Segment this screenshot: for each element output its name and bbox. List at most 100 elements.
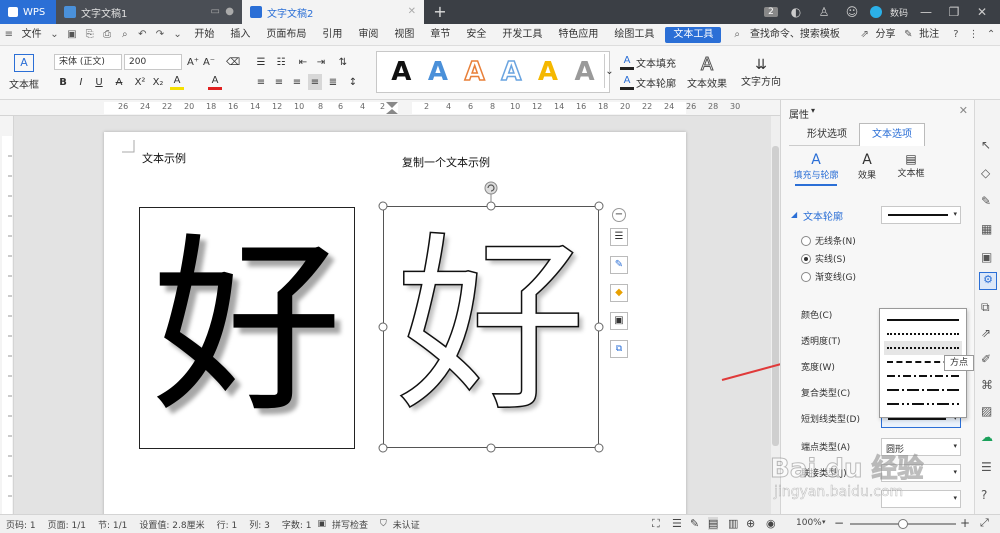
properties-icon[interactable]: ⚙ [979, 272, 997, 290]
close-window-icon[interactable]: ✕ [972, 5, 992, 19]
tab-text-options[interactable]: 文本选项 [859, 123, 925, 146]
status-cert[interactable]: 未认证 [387, 518, 426, 531]
tab-doc1[interactable]: 文字文稿1 ▭ ● [56, 0, 242, 24]
text-effect-button[interactable]: A 文本效果 [686, 50, 728, 94]
close-tab-icon[interactable]: ✕ [408, 6, 416, 17]
close-icon[interactable]: ▭ [211, 6, 220, 17]
new-tab-button[interactable]: + [430, 2, 450, 22]
status-section[interactable]: 节: 1/1 [92, 518, 133, 531]
align-center-icon[interactable]: ≡ [272, 74, 286, 90]
table-icon[interactable]: ▦ [981, 222, 992, 236]
edit-icon[interactable]: ✐ [981, 352, 991, 366]
highlight-icon[interactable]: A [170, 74, 184, 90]
document-page[interactable]: 文本示例 复制一个文本示例 好 好 − ☰ ✎ ◆ ▣ ⧉ [104, 132, 686, 522]
indent-icon[interactable]: ⇥ [314, 54, 328, 70]
pen-icon[interactable]: ✎ [610, 256, 628, 274]
maximize-icon[interactable]: ❐ [944, 5, 964, 19]
radio-gradient-line[interactable]: 渐变线(G) [801, 270, 856, 283]
textbox-right[interactable]: 好 [383, 206, 599, 448]
font-color-icon[interactable]: A [208, 74, 222, 90]
shirt-icon[interactable]: ♙ [814, 5, 834, 19]
art-style-3[interactable]: A [464, 56, 486, 88]
menu-file[interactable]: 文件 [18, 24, 46, 46]
cloud-icon[interactable]: ☁ [981, 430, 993, 444]
sort-icon[interactable]: ⇅ [336, 54, 350, 70]
menu-security[interactable]: 安全 [458, 24, 494, 46]
radio-no-line[interactable]: 无线条(N) [801, 234, 856, 247]
menu-view[interactable]: 视图 [386, 24, 422, 46]
align-left-icon[interactable]: ≡ [254, 74, 268, 90]
subtab-effect[interactable]: A 效果 [849, 152, 885, 182]
text-fill-button[interactable]: 文本填充 [636, 54, 686, 70]
menu-features[interactable]: 特色应用 [550, 24, 606, 46]
chevron-down-icon[interactable]: ▾ [811, 106, 815, 115]
menu-drawing-tools[interactable]: 绘图工具 [606, 24, 662, 46]
frame-icon[interactable]: ▣ [610, 312, 628, 330]
panel-title[interactable]: 属性 [789, 106, 809, 121]
cap-type-select[interactable]: 圆形 ▾ [881, 438, 961, 456]
numbering-icon[interactable]: ☷ [274, 54, 288, 70]
export-icon[interactable]: ⇗ [981, 326, 991, 340]
group-icon[interactable]: ⧉ [610, 340, 628, 358]
menu-insert[interactable]: 插入 [222, 24, 258, 46]
art-style-6[interactable]: A [575, 57, 595, 87]
picture-icon[interactable]: ▨ [981, 404, 992, 418]
art-style-5[interactable]: A [538, 57, 558, 87]
web-view-icon[interactable]: ▥ [728, 517, 738, 530]
text-label-left[interactable]: 文本示例 [142, 150, 186, 166]
search-icon[interactable]: ⌕ [730, 27, 744, 43]
strikethrough-icon[interactable]: A [112, 74, 126, 90]
menu-developer[interactable]: 开发工具 [494, 24, 550, 46]
expand-icon[interactable]: ◢ [791, 210, 797, 219]
layout-icon[interactable]: ☰ [610, 228, 628, 246]
subtab-fill-outline[interactable]: A 填充与轮廓 [789, 152, 843, 186]
art-style-4[interactable]: A [500, 56, 522, 88]
share-icon[interactable]: ⇗ [858, 27, 872, 43]
textbox-left[interactable]: 好 [139, 207, 355, 449]
clear-format-icon[interactable]: ⌫ [226, 54, 240, 70]
scroll-thumb[interactable] [772, 146, 779, 446]
art-style-2[interactable]: A [428, 57, 448, 87]
menu-chapter[interactable]: 章节 [422, 24, 458, 46]
shrink-font-icon[interactable]: A⁻ [202, 54, 216, 70]
text-label-right[interactable]: 复制一个文本示例 [402, 154, 490, 170]
status-page-num[interactable]: 页码: 1 [0, 518, 42, 531]
list-icon[interactable]: ☰ [981, 460, 992, 474]
radio-solid-line[interactable]: 实线(S) [801, 252, 846, 265]
undo-icon[interactable]: ↶ [136, 27, 150, 43]
help-icon[interactable]: ? [949, 27, 963, 43]
menu-text-tools[interactable]: 文本工具 [665, 26, 722, 43]
distribute-icon[interactable]: ≣ [326, 74, 340, 90]
help-icon[interactable]: ? [981, 488, 987, 502]
join-type-select[interactable]: ▾ [881, 464, 961, 482]
underline-icon[interactable]: U [92, 74, 106, 90]
bold-icon[interactable]: B [56, 74, 70, 90]
feedback-icon[interactable]: ☺ [842, 5, 862, 19]
text-direction-button[interactable]: ⇊ 文字方向 [740, 50, 782, 94]
image-icon[interactable]: ▣ [981, 250, 992, 264]
pen-icon[interactable]: ✎ [981, 194, 991, 208]
preview-icon[interactable]: ⌕ [118, 27, 132, 43]
font-size-select[interactable]: 200 [124, 54, 182, 70]
section-text-outline[interactable]: 文本轮廓 [803, 208, 843, 223]
shape-icon[interactable]: ◇ [981, 166, 990, 180]
menu-home[interactable]: 开始 [186, 24, 222, 46]
superscript-icon[interactable]: X² [132, 74, 148, 90]
status-words[interactable]: 字数: 1 [276, 518, 318, 531]
zoom-level[interactable]: 100% [796, 518, 822, 528]
status-spell[interactable]: 拼写检查 [326, 518, 374, 531]
more-icon[interactable]: ⋮ [967, 27, 981, 43]
chevron-down-icon[interactable]: ⌄ [171, 27, 185, 43]
expand-icon[interactable]: ⤢ [980, 516, 989, 530]
zoom-thumb[interactable] [898, 519, 908, 529]
app-tab-wps[interactable]: WPS [0, 0, 56, 24]
status-pages[interactable]: 页面: 1/1 [42, 518, 92, 531]
collapse-ribbon-icon[interactable]: ⌃ [984, 27, 998, 43]
tabs-count-icon[interactable]: 2 [763, 7, 778, 17]
skin-icon[interactable]: ◐ [786, 5, 806, 19]
tab-shape-options[interactable]: 形状选项 [789, 124, 865, 146]
gallery-scroll-icon[interactable]: ⌄ [604, 54, 614, 88]
grow-font-icon[interactable]: A⁺ [186, 54, 200, 70]
chevron-down-icon[interactable]: ⌄ [48, 27, 62, 43]
font-name-select[interactable]: 宋体 (正文) [54, 54, 122, 70]
